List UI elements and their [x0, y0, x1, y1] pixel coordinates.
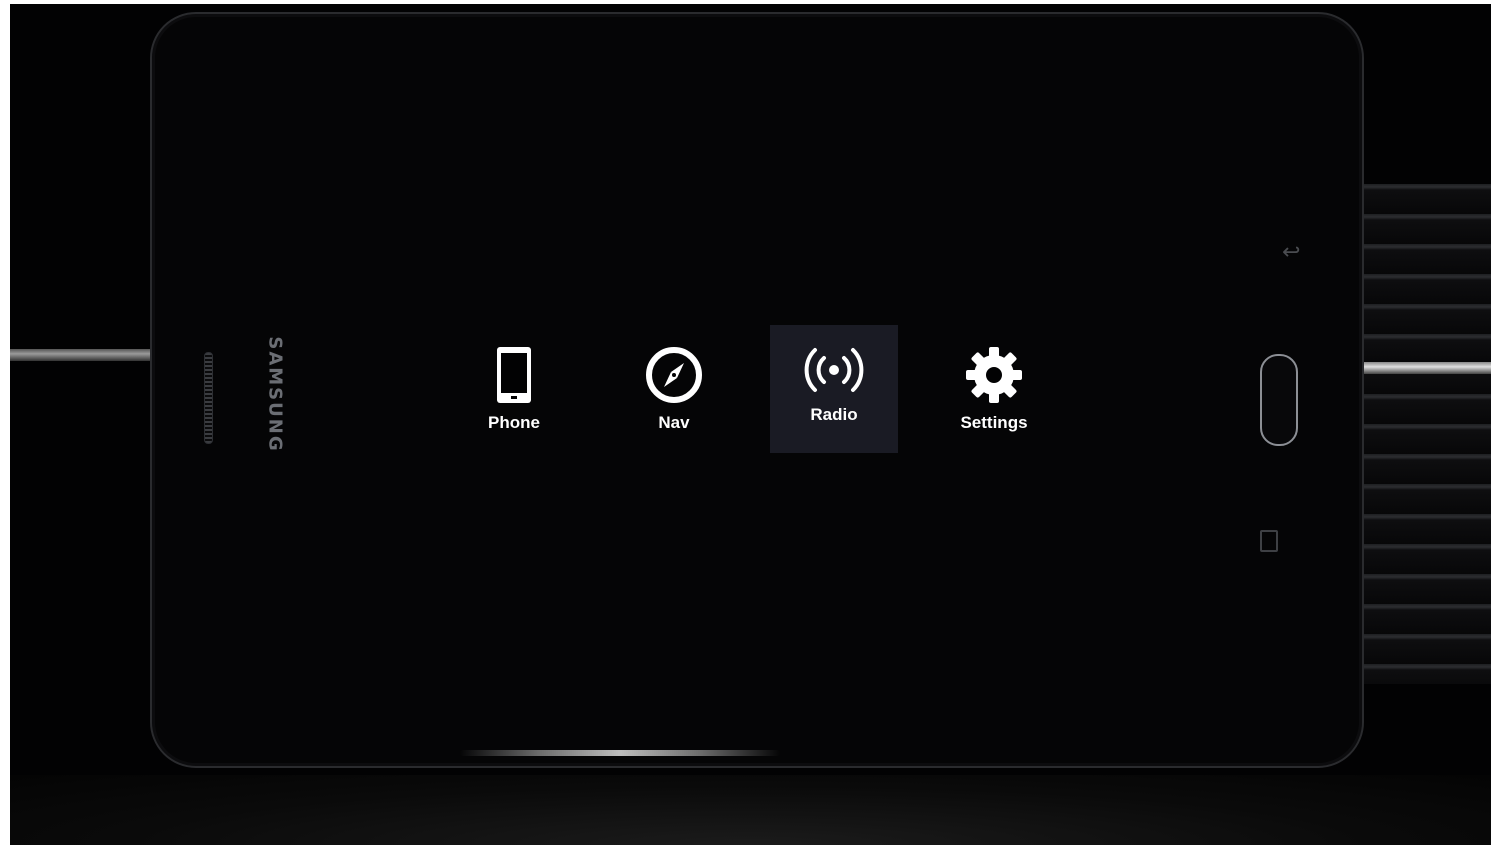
gear-icon [930, 345, 1058, 405]
app-label: Phone [488, 413, 540, 432]
app-label: Radio [810, 405, 858, 424]
app-tile-radio[interactable]: Radio [770, 325, 898, 453]
app-label: Nav [658, 413, 690, 432]
compass-icon [610, 345, 738, 405]
app-tile-nav[interactable]: Nav [610, 325, 738, 453]
speaker-grille [204, 352, 213, 444]
back-key-icon[interactable]: ↩ [1282, 240, 1300, 265]
smartphone-icon [450, 345, 578, 405]
app-launcher: Phone Nav Radio Settings [450, 325, 1060, 453]
light-reflection [460, 750, 780, 756]
recents-key-icon[interactable] [1260, 530, 1278, 552]
surface [10, 775, 1491, 845]
brand-logo: SAMSUNG [264, 336, 286, 453]
app-tile-settings[interactable]: Settings [930, 325, 1058, 453]
app-label: Settings [960, 413, 1028, 432]
app-tile-phone[interactable]: Phone [450, 325, 578, 453]
camera-photo: SAMSUNG ↩ Phone Nav Radio Settings [10, 4, 1491, 845]
home-button[interactable] [1260, 354, 1298, 446]
radio-broadcast-icon [770, 345, 898, 405]
